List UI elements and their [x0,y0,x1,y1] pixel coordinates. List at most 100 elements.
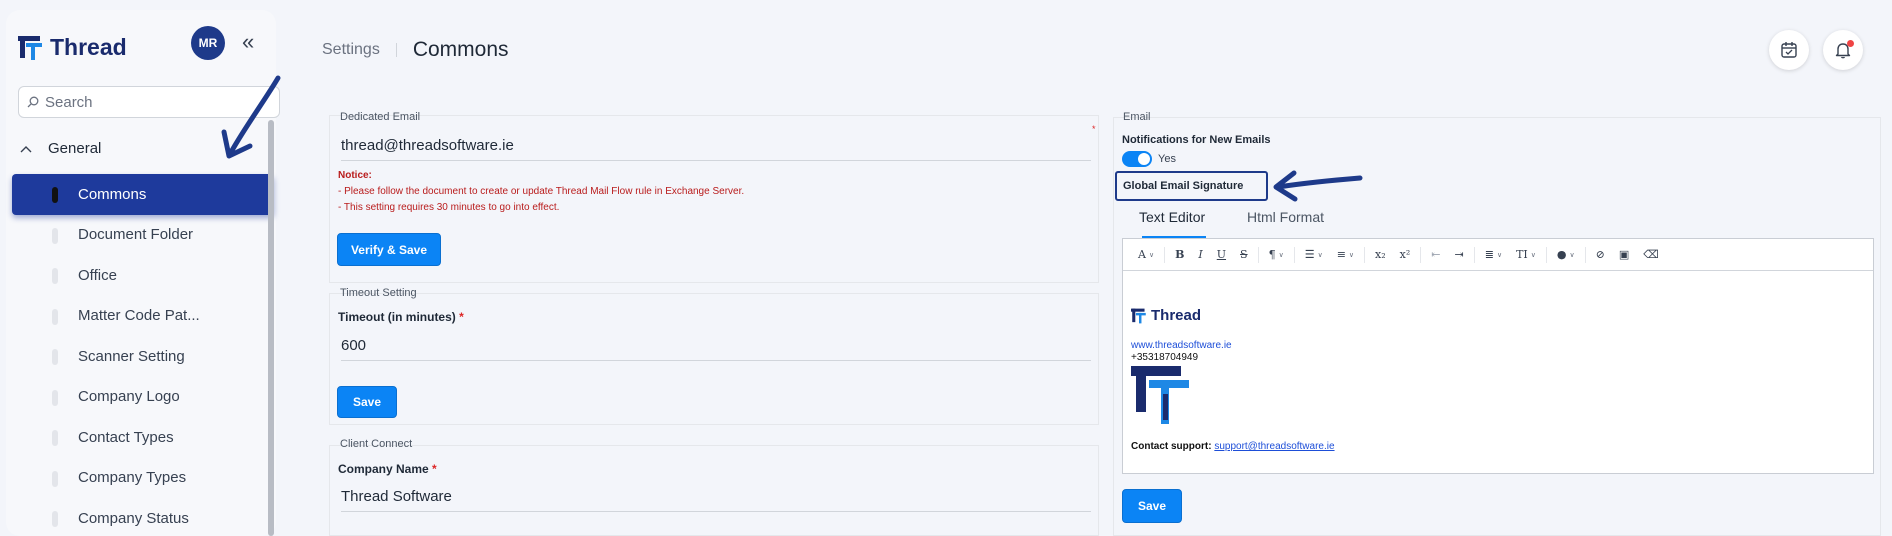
timeout-input[interactable]: 600 [341,337,1091,361]
sidebar-item-company-types[interactable]: Company Types [12,458,274,499]
highlight-icon[interactable]: ● ∨ [1550,248,1582,261]
toggle-knob [1138,153,1150,165]
bullet-icon [52,511,58,527]
support-label: Contact support: [1131,441,1212,452]
sidebar-item-office[interactable]: Office [12,255,274,296]
sidebar-item-label: Document Folder [78,226,194,244]
toggle-value-label: Yes [1158,153,1176,165]
bold-icon[interactable]: B [1168,248,1191,261]
signature-editor[interactable]: A ∨ B I U S ¶ ∨ ☰ ∨ ≡ ∨ x₂ x² ⇤ ⇥ ≣ ∨ TI ∨ ● ∨ … [1122,238,1874,474]
image-icon[interactable]: ▣ [1612,248,1636,261]
toolbar-divider [1293,246,1295,263]
notifications-label: Notifications for New Emails [1122,134,1271,146]
italic-icon[interactable]: I [1191,248,1209,261]
breadcrumb: Settings Commons [322,38,509,62]
thread-logo-icon [1131,308,1146,323]
sidebar-item-label: Matter Code Pat... [78,307,200,325]
underline-icon[interactable]: U [1210,248,1233,261]
bullet-icon [52,349,58,365]
annotation-arrow-icon [221,75,281,159]
sidebar-item-commons[interactable]: Commons [12,174,274,215]
calendar-button[interactable] [1769,30,1809,70]
breadcrumb-divider [395,43,397,57]
paragraph-icon[interactable]: ¶ ∨ [1262,248,1291,261]
font-color-icon[interactable]: A ∨ [1131,248,1161,261]
subscript-icon[interactable]: x₂ [1368,248,1393,261]
toolbar-divider [1164,246,1166,263]
sidebar-item-matter-code[interactable]: Matter Code Pat... [12,296,274,337]
signature-brand-name: Thread [1151,307,1202,324]
sidebar-item-company-status[interactable]: Company Status [12,498,274,536]
search-icon [27,96,39,108]
avatar[interactable]: MR [191,26,225,60]
timeout-label: Timeout (in minutes) * [338,310,464,324]
sidebar-group-general[interactable]: General [20,140,101,157]
company-name-input[interactable]: Thread Software [341,488,1091,512]
notifications-toggle[interactable] [1122,151,1152,167]
toolbar-divider [1545,246,1547,263]
notice-line: - This setting requires 30 minutes to go… [338,202,560,213]
support-email-link[interactable]: support@threadsoftware.ie [1214,441,1334,452]
outdent-icon[interactable]: ⇤ [1424,248,1447,261]
sidebar-item-document-folder[interactable]: Document Folder [12,215,274,256]
ordered-list-icon[interactable]: ☰ ∨ [1298,248,1330,261]
tab-html-format[interactable]: Html Format [1247,209,1324,225]
chevron-up-icon [20,145,32,152]
font-size-icon[interactable]: TI ∨ [1509,248,1543,261]
timeout-save-button[interactable]: Save [337,386,397,418]
sidebar-item-scanner-setting[interactable]: Scanner Setting [12,336,274,377]
sidebar-scrollbar[interactable] [268,120,274,536]
sidebar-item-label: Commons [78,185,147,203]
collapse-sidebar-icon[interactable]: « [242,31,254,53]
global-email-signature-label: Global Email Signature [1115,171,1268,201]
calendar-icon [1781,42,1797,58]
editor-content[interactable]: Thread www.threadsoftware.ie +3531870494… [1123,271,1873,474]
toolbar-divider [1473,246,1475,263]
timeout-label-text: Timeout (in minutes) [338,310,456,324]
signature-website-link[interactable]: www.threadsoftware.ie [1131,340,1232,351]
app-logo[interactable]: Thread [18,34,127,61]
breadcrumb-settings[interactable]: Settings [322,41,380,59]
sidebar-item-contact-types[interactable]: Contact Types [12,417,274,458]
bullet-icon [52,187,58,203]
notification-badge [1847,40,1854,47]
bullet-icon [52,389,58,406]
notifications-button[interactable] [1823,30,1863,70]
tab-text-editor[interactable]: Text Editor [1139,209,1205,225]
section-title-timeout: Timeout Setting [340,287,417,299]
superscript-icon[interactable]: x² [1393,248,1418,261]
sidebar-item-label: Contact Types [78,428,174,446]
bullet-icon [52,430,58,446]
app-name: Thread [50,34,127,60]
signature-logo-image [1131,366,1189,424]
notice-line: - Please follow the document to create o… [338,186,745,197]
toolbar-divider [1584,246,1586,263]
indent-icon[interactable]: ⇥ [1448,248,1471,261]
sidebar-item-company-logo[interactable]: Company Logo [12,377,274,418]
sidebar-item-label: Office [78,266,117,284]
toolbar-divider [1420,246,1422,263]
dedicated-email-input[interactable]: thread@threadsoftware.ie [341,137,1091,161]
notice-title: Notice: [338,170,372,181]
email-save-button[interactable]: Save [1122,489,1182,523]
sidebar-item-label: Company Status [78,509,189,527]
link-icon[interactable]: ⊘ [1589,248,1612,261]
required-marker: * [432,462,437,476]
required-marker: * [1092,124,1096,134]
sidebar-item-label: Company Logo [78,388,180,406]
bullet-icon [52,227,58,244]
search-input[interactable] [45,93,245,111]
verify-save-button[interactable]: Verify & Save [337,233,441,266]
unordered-list-icon[interactable]: ≡ ∨ [1330,248,1361,261]
strikethrough-icon[interactable]: S [1233,248,1255,261]
signature-brand: Thread [1131,307,1201,324]
clear-format-icon[interactable]: ⌫ [1636,248,1666,261]
required-marker: * [459,310,464,324]
company-name-label: Company Name * [338,462,437,476]
bullet-icon [52,470,58,487]
page-title: Commons [412,38,509,61]
align-icon[interactable]: ≣ ∨ [1478,248,1509,261]
company-name-label-text: Company Name [338,462,429,476]
thread-logo-icon [18,35,42,60]
sidebar-nav: Commons Document Folder Office Matter Co… [12,174,274,536]
